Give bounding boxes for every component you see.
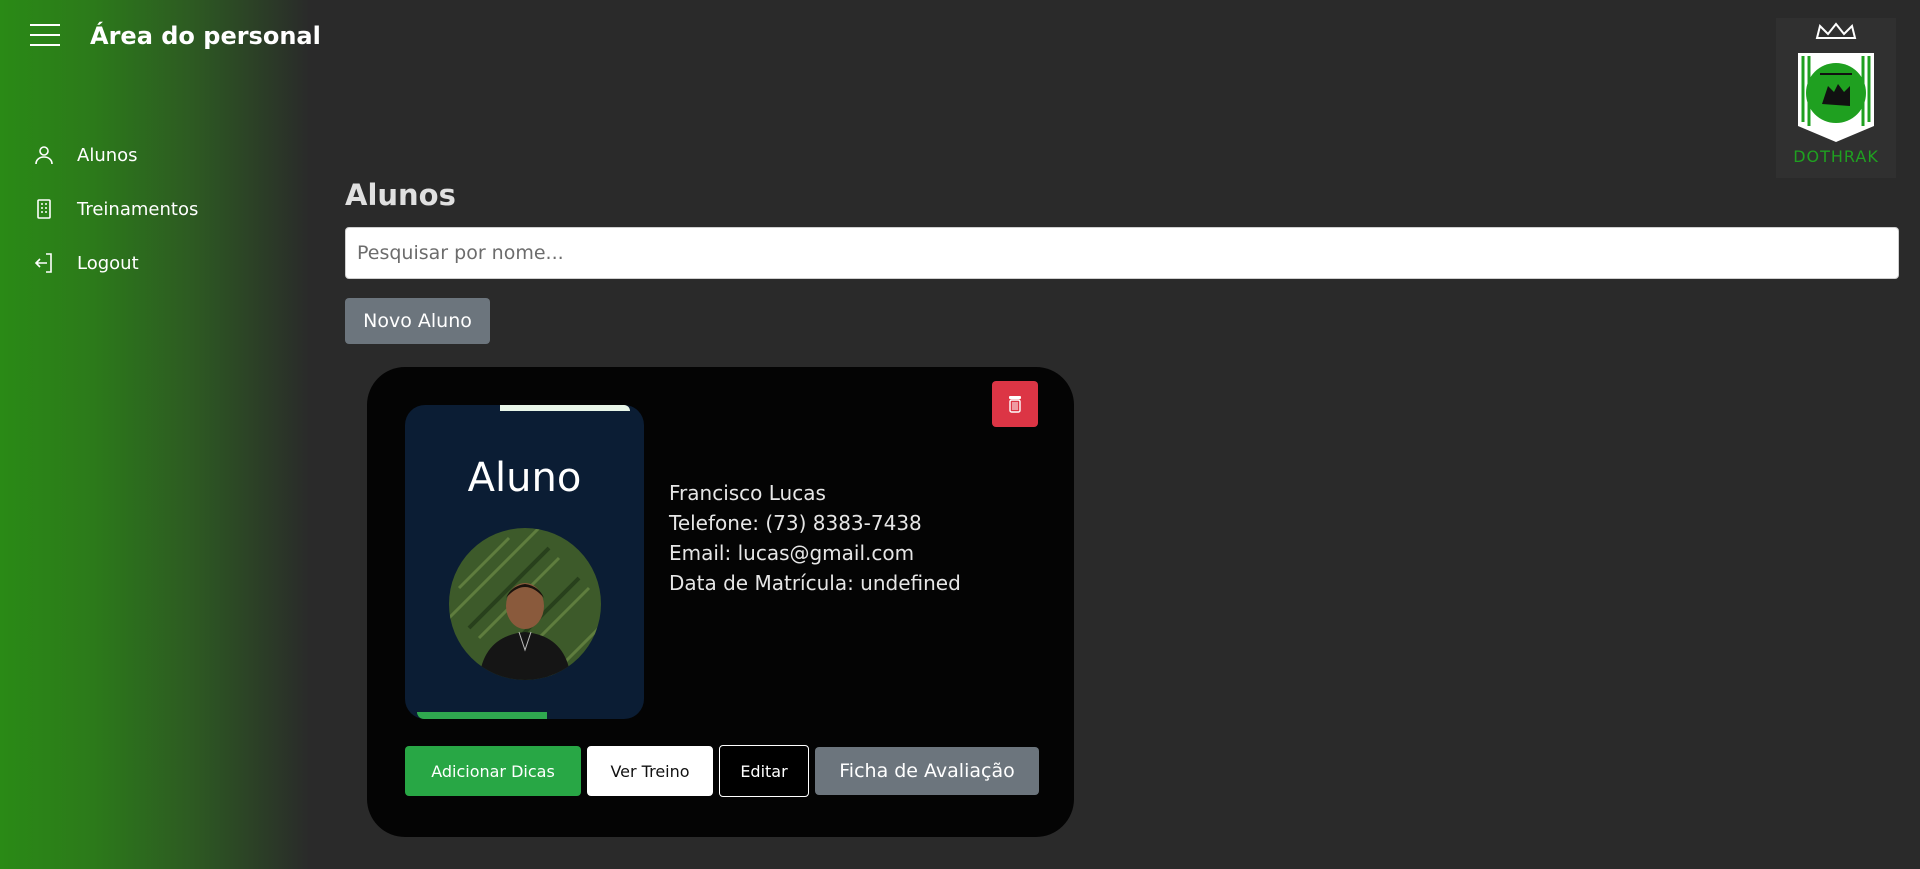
student-photo-panel: Aluno — [405, 405, 644, 719]
logout-icon — [30, 249, 58, 277]
add-tips-button[interactable]: Adicionar Dicas — [405, 746, 581, 796]
student-card: Aluno Francisco Lucas Telefone: (73) 838… — [367, 367, 1074, 837]
sidebar-item-logout[interactable]: Logout — [30, 236, 198, 290]
sidebar-nav: Alunos Treinamentos Logout — [30, 128, 198, 290]
avatar — [449, 528, 601, 680]
panel-accent-top — [500, 405, 630, 411]
logo-text: DOTHRAK — [1793, 147, 1879, 166]
sidebar-item-label: Treinamentos — [77, 198, 199, 220]
student-enrollment-date: Data de Matrícula: undefined — [669, 571, 961, 595]
new-student-button[interactable]: Novo Aluno — [345, 298, 490, 344]
crest-icon — [1798, 22, 1874, 142]
edit-button[interactable]: Editar — [719, 745, 809, 797]
student-name: Francisco Lucas — [669, 481, 826, 505]
student-phone: Telefone: (73) 8383-7438 — [669, 511, 922, 535]
building-icon — [30, 195, 58, 223]
sidebar-item-treinamentos[interactable]: Treinamentos — [30, 182, 198, 236]
sidebar-item-label: Logout — [77, 252, 139, 274]
card-actions: Adicionar Dicas Ver Treino Editar Ficha … — [405, 745, 1039, 797]
sidebar-item-label: Alunos — [77, 144, 138, 166]
student-email: Email: lucas@gmail.com — [669, 541, 915, 565]
sidebar: Área do personal Alunos Treinamentos Log… — [0, 0, 321, 869]
trash-icon — [1009, 396, 1021, 413]
hamburger-menu-icon[interactable] — [30, 24, 60, 46]
view-training-button[interactable]: Ver Treino — [587, 746, 713, 796]
panel-accent-bottom — [417, 712, 547, 719]
brand-logo: DOTHRAK — [1776, 18, 1896, 178]
search-input[interactable] — [345, 227, 1899, 279]
sidebar-item-alunos[interactable]: Alunos — [30, 128, 198, 182]
panel-title: Aluno — [467, 455, 582, 501]
delete-button[interactable] — [992, 381, 1038, 427]
user-icon — [30, 141, 58, 169]
evaluation-form-button[interactable]: Ficha de Avaliação — [815, 747, 1039, 795]
student-info: Francisco Lucas Telefone: (73) 8383-7438… — [669, 478, 961, 598]
sidebar-title: Área do personal — [90, 22, 321, 50]
page-title: Alunos — [345, 178, 456, 212]
